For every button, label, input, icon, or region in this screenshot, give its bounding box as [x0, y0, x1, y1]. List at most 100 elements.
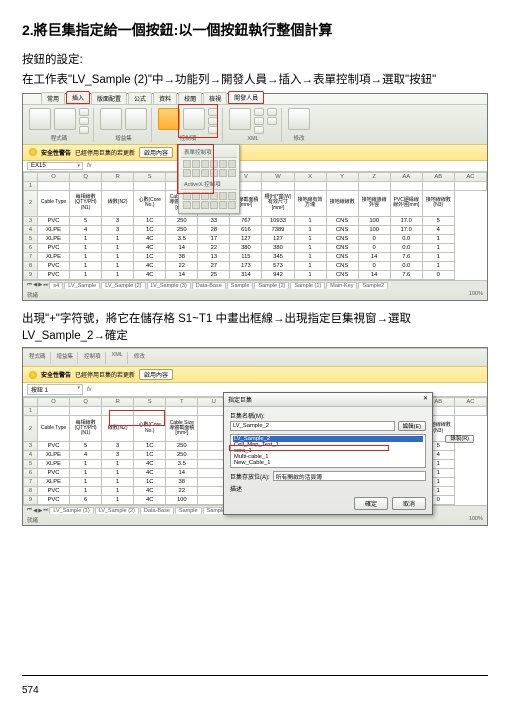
combo-icon[interactable] [192, 160, 200, 168]
table-cell[interactable]: 1 [102, 487, 134, 496]
table-cell[interactable]: 1 [102, 234, 134, 243]
table-cell[interactable]: 14 [358, 270, 390, 279]
sheet-tab[interactable]: Sample [227, 282, 254, 289]
table-cell[interactable]: 1C [134, 252, 166, 261]
enable-content-button[interactable]: 啟用內容 [139, 147, 173, 158]
table-cell[interactable]: CNS [326, 216, 358, 225]
table-cell[interactable]: 1 [70, 261, 102, 270]
table-cell[interactable]: 7.6 [390, 270, 422, 279]
table-cell[interactable]: PVC [38, 270, 70, 279]
table-cell[interactable]: 1 [102, 496, 134, 505]
table-cell[interactable]: 1 [102, 270, 134, 279]
name-box[interactable]: EX15 [27, 162, 83, 170]
table-cell[interactable]: 5 [70, 442, 102, 451]
nav-first-icon[interactable]: ⏮ [27, 282, 32, 289]
col-header[interactable]: Y [326, 172, 358, 181]
table-cell[interactable]: 28 [198, 225, 230, 234]
table-cell[interactable]: 25 [198, 270, 230, 279]
table-cell[interactable]: 1C [134, 478, 166, 487]
option-icon[interactable] [228, 160, 236, 168]
table-cell[interactable]: 4C [134, 261, 166, 270]
col-header[interactable]: O [38, 172, 70, 181]
table-cell[interactable]: CNS [326, 270, 358, 279]
table-cell[interactable]: 127 [262, 234, 294, 243]
ax4-icon[interactable] [210, 192, 218, 200]
table-cell[interactable]: 13 [198, 252, 230, 261]
fx-icon-2[interactable]: fx [87, 387, 92, 393]
table-cell[interactable]: 3 [102, 225, 134, 234]
table-cell[interactable]: 1 [70, 270, 102, 279]
table-cell[interactable]: 942 [262, 270, 294, 279]
col-header[interactable]: S [134, 398, 166, 407]
table-cell[interactable]: 0 [422, 270, 454, 279]
nav-first-icon[interactable]: ⏮ [27, 507, 32, 514]
row-header[interactable]: 5 [24, 234, 38, 243]
ax1-icon[interactable] [183, 192, 191, 200]
table-cell[interactable]: 17 [198, 234, 230, 243]
tab-home[interactable]: 常用 [41, 92, 65, 104]
row-header[interactable]: 6 [24, 243, 38, 252]
ctrl-c-icon[interactable] [228, 169, 236, 177]
row-header[interactable]: 4 [24, 225, 38, 234]
sheet-tab[interactable]: LV_Sample (1) [49, 507, 93, 514]
table-cell[interactable]: 173 [230, 261, 262, 270]
table-cell[interactable]: 4C [134, 243, 166, 252]
table-cell[interactable]: 250 [166, 216, 198, 225]
table-cell[interactable]: 100 [358, 225, 390, 234]
table-cell[interactable]: 4C [134, 469, 166, 478]
table-cell[interactable]: 1 [294, 216, 326, 225]
table-cell[interactable]: 3.5 [166, 234, 198, 243]
design-mode-icon[interactable] [183, 108, 205, 130]
table-cell[interactable]: 1 [422, 261, 454, 270]
ax7-icon[interactable] [183, 201, 191, 209]
table-cell[interactable]: XLPE [38, 478, 70, 487]
row-header[interactable]: 8 [24, 487, 38, 496]
addins-icon[interactable] [100, 108, 122, 130]
nav-last-icon[interactable]: ⏭ [43, 507, 48, 514]
col-header[interactable]: Q [70, 398, 102, 407]
table-cell[interactable]: 3 [102, 216, 134, 225]
sheet-tab[interactable]: LV_Sample (3) [147, 282, 191, 289]
scroll-icon[interactable] [201, 169, 209, 177]
record-button[interactable]: 錄製(R) [445, 435, 474, 443]
sheet-tab[interactable]: Data-Base [140, 507, 174, 514]
table-cell[interactable]: 1 [422, 252, 454, 261]
ax8-icon[interactable] [192, 201, 200, 209]
table-cell[interactable]: 573 [262, 261, 294, 270]
col-header[interactable]: S [134, 172, 166, 181]
row-header[interactable]: 7 [24, 478, 38, 487]
com-addins-icon[interactable] [125, 108, 147, 130]
table-cell[interactable]: 0 [358, 243, 390, 252]
table-cell[interactable]: 1 [294, 261, 326, 270]
row-header[interactable]: 9 [24, 270, 38, 279]
table-cell[interactable]: XLPE [38, 460, 70, 469]
macro-from-select[interactable] [273, 471, 426, 481]
sheet-tab[interactable]: LV_Sample [64, 282, 100, 289]
table-cell[interactable]: 27 [198, 261, 230, 270]
table-cell[interactable]: CNS [326, 243, 358, 252]
sheet-tab[interactable]: s4 [49, 282, 63, 289]
table-cell[interactable]: 3 [102, 451, 134, 460]
row-header[interactable]: 5 [24, 460, 38, 469]
ax11-icon[interactable] [219, 201, 227, 209]
table-cell[interactable]: 38 [166, 478, 198, 487]
checkbox-icon[interactable] [201, 160, 209, 168]
table-cell[interactable]: CNS [326, 225, 358, 234]
ax10-icon[interactable] [210, 201, 218, 209]
row-header[interactable]: 2 [24, 190, 38, 216]
listbox-icon[interactable] [219, 160, 227, 168]
col-header[interactable]: Z [358, 172, 390, 181]
table-cell[interactable]: 1C [134, 442, 166, 451]
sheet-tab[interactable]: Sample (1) [290, 282, 325, 289]
col-header[interactable]: R [102, 398, 134, 407]
row-header[interactable]: 1 [24, 181, 38, 190]
table-cell[interactable]: 1 [70, 252, 102, 261]
table-cell[interactable]: PVC [38, 261, 70, 270]
table-cell[interactable]: 6 [70, 496, 102, 505]
table-cell[interactable]: 4C [134, 270, 166, 279]
table-cell[interactable]: 22 [166, 261, 198, 270]
table-cell[interactable]: 4C [134, 487, 166, 496]
tab-layout[interactable]: 版面配置 [91, 92, 127, 104]
table-cell[interactable]: 1 [422, 234, 454, 243]
table-cell[interactable]: 3.5 [166, 460, 198, 469]
